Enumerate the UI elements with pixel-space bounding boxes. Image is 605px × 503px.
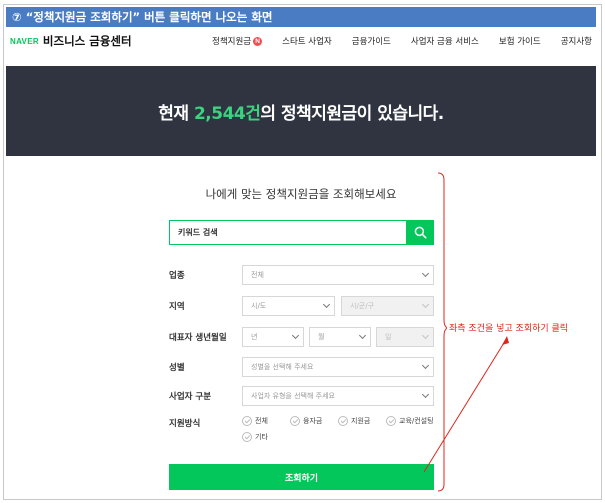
nav-item-start-business[interactable]: 스타트 사업자 <box>282 35 332 47</box>
new-badge: N <box>253 36 263 46</box>
support-option-grant[interactable]: 지원금 <box>338 416 386 426</box>
nav-item-business-finance-service[interactable]: 사업자 금융 서비스 <box>411 35 479 47</box>
check-circle-icon <box>242 416 252 426</box>
form-title: 나에게 맞는 정책지원금을 조회해보세요 <box>205 187 397 201</box>
chevron-down-icon <box>421 331 430 340</box>
nav-item-finance-guide[interactable]: 금융가이드 <box>352 35 391 47</box>
support-method-label: 지원방식 <box>169 419 201 429</box>
support-option-label: 융자금 <box>303 417 323 425</box>
chevron-down-icon <box>291 331 300 340</box>
gender-value: 성별을 선택해 주세요 <box>251 363 314 371</box>
search-button[interactable] <box>407 220 434 245</box>
gender-select[interactable]: 성별을 선택해 주세요 <box>242 357 434 377</box>
business-type-label: 사업자 구분 <box>169 392 212 402</box>
caption-banner: ⑦ “정책지원금 조회하기” 버튼 클릭하면 나오는 화면 <box>6 7 596 27</box>
nav-item-policy-funds[interactable]: 정책지원금 N <box>212 35 263 47</box>
nav-item-label: 정책지원금 <box>212 37 252 47</box>
chevron-down-icon <box>421 390 430 399</box>
brand-name: 비즈니스 금융센터 <box>42 34 132 48</box>
gender-row: 성별 성별을 선택해 주세요 <box>169 357 434 377</box>
chevron-down-icon <box>322 300 331 309</box>
nav-item-notice[interactable]: 공지사항 <box>561 35 592 47</box>
check-circle-icon <box>338 416 348 426</box>
check-circle-icon <box>386 416 396 426</box>
search-icon <box>414 226 427 239</box>
industry-row: 업종 전체 <box>169 265 434 285</box>
brand-logo[interactable]: NAVER 비즈니스 금융센터 <box>6 33 196 49</box>
main-nav: 정책지원금 N 스타트 사업자 금융가이드 사업자 금융 서비스 보험 가이드 … <box>196 35 596 47</box>
annotation-bracket <box>437 172 447 492</box>
region-city-select[interactable]: 시/도 <box>242 296 335 316</box>
annotation-text: 좌측 조건을 넣고 조회하기 클릭 <box>449 324 569 334</box>
region-city-value: 시/도 <box>251 302 267 310</box>
birth-month-value: 월 <box>318 333 325 341</box>
gender-label: 성별 <box>169 363 185 373</box>
naver-logo: NAVER <box>10 36 39 46</box>
business-type-select[interactable]: 사업자 유형을 선택해 주세요 <box>242 386 434 406</box>
chevron-down-icon <box>358 331 367 340</box>
birth-label: 대표자 생년월일 <box>169 333 227 343</box>
support-option-label: 지원금 <box>351 417 371 425</box>
region-district-value: 시/군/구 <box>350 302 375 310</box>
support-option-other[interactable]: 기타 <box>242 432 290 442</box>
support-option-label: 기타 <box>255 433 268 441</box>
support-method-row: 지원방식 전체 융자금 지원금 교육/컨설팅 기타 <box>169 414 434 446</box>
business-type-value: 사업자 유형을 선택해 주세요 <box>251 392 335 400</box>
birth-month-select[interactable]: 월 <box>309 327 371 347</box>
region-district-select[interactable]: 시/군/구 <box>341 296 434 316</box>
check-circle-icon <box>290 416 300 426</box>
check-circle-icon <box>242 432 252 442</box>
chevron-down-icon <box>421 269 430 278</box>
business-type-row: 사업자 구분 사업자 유형을 선택해 주세요 <box>169 386 434 406</box>
region-label: 지역 <box>169 302 185 312</box>
hero-count: 2,544건 <box>193 103 261 124</box>
birth-row: 대표자 생년월일 년 월 일 <box>169 327 434 347</box>
birth-day-value: 일 <box>385 333 392 341</box>
industry-label: 업종 <box>169 271 185 281</box>
chevron-down-icon <box>421 361 430 370</box>
chevron-down-icon <box>421 300 430 309</box>
birth-year-value: 년 <box>251 333 258 341</box>
support-option-label: 교육/컨설팅 <box>399 417 434 425</box>
site-header: NAVER 비즈니스 금융센터 정책지원금 N 스타트 사업자 금융가이드 사업… <box>6 28 596 54</box>
support-method-options: 전체 융자금 지원금 교육/컨설팅 기타 <box>242 416 434 442</box>
search-submit-button[interactable]: 조회하기 <box>169 464 434 490</box>
support-option-loan[interactable]: 융자금 <box>290 416 338 426</box>
birth-year-select[interactable]: 년 <box>242 327 304 347</box>
hero-suffix: 의 정책지원금이 있습니다. <box>260 103 444 124</box>
hero-banner: 현재 2,544건의 정책지원금이 있습니다. <box>6 66 596 156</box>
keyword-search-input[interactable] <box>169 220 407 245</box>
support-option-label: 전체 <box>255 417 268 425</box>
hero-title: 현재 2,544건의 정책지원금이 있습니다. <box>158 99 444 124</box>
hero-prefix: 현재 <box>158 103 194 124</box>
birth-day-select[interactable]: 일 <box>376 327 434 347</box>
keyword-search <box>169 220 434 245</box>
support-option-education[interactable]: 교육/컨설팅 <box>386 416 434 426</box>
industry-select[interactable]: 전체 <box>242 265 434 285</box>
industry-value: 전체 <box>251 271 264 279</box>
support-option-all[interactable]: 전체 <box>242 416 290 426</box>
nav-item-insurance-guide[interactable]: 보험 가이드 <box>499 35 541 47</box>
region-row: 지역 시/도 시/군/구 <box>169 296 434 316</box>
